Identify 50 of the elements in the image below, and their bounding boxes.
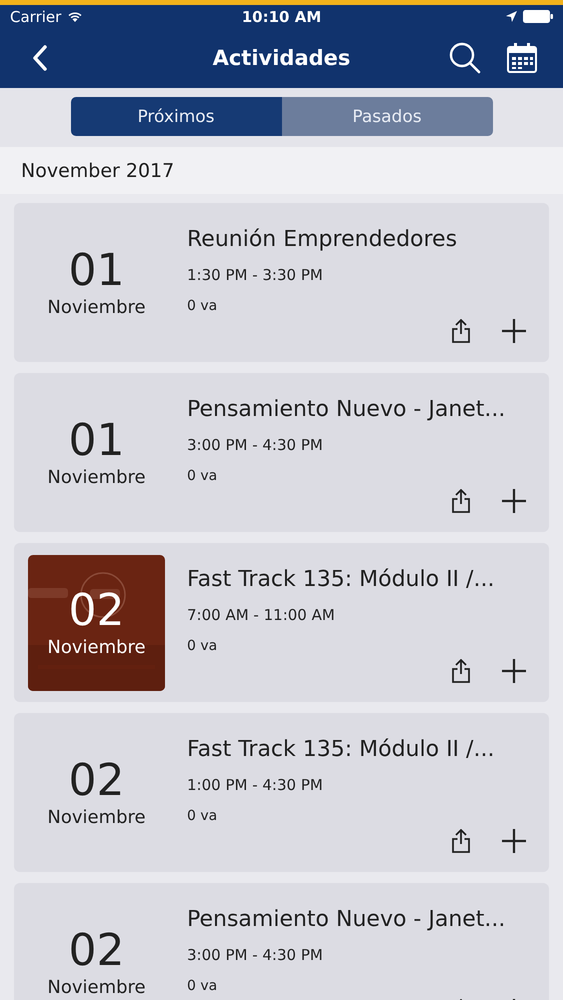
add-icon[interactable] <box>501 488 527 514</box>
event-time: 1:30 PM - 3:30 PM <box>187 266 324 284</box>
event-day: 02 <box>68 926 124 976</box>
event-day: 01 <box>68 416 124 466</box>
event-month: Noviembre <box>47 637 146 658</box>
clock-time: 10:10 AM <box>242 8 322 26</box>
event-time: 1:00 PM - 4:30 PM <box>187 776 324 794</box>
screen-title: Actividades <box>212 46 350 70</box>
attendee-count: 0 va <box>187 978 218 994</box>
event-title: Pensamiento Nuevo - Janet... <box>187 907 506 932</box>
event-month: Noviembre <box>47 977 146 998</box>
search-icon[interactable] <box>449 42 481 74</box>
event-card[interactable]: 02 Noviembre Fast Track 135: Módulo II /... 7:00 AM - 11:00 AM 0 va <box>14 543 549 702</box>
month-heading: November 2017 <box>21 160 174 182</box>
calendar-icon[interactable] <box>507 43 537 73</box>
event-title: Pensamiento Nuevo - Janet... <box>187 397 506 422</box>
event-title: Fast Track 135: Módulo II /... <box>187 737 496 762</box>
battery-icon <box>523 10 553 23</box>
share-icon[interactable] <box>451 829 471 853</box>
location-arrow-icon <box>506 11 517 22</box>
attendee-count: 0 va <box>187 808 218 824</box>
add-icon[interactable] <box>501 318 527 344</box>
event-card[interactable]: 01 Noviembre Pensamiento Nuevo - Janet... 3:00 PM - 4:30 PM 0 va <box>14 373 549 532</box>
event-day: 02 <box>68 586 124 636</box>
segment-tab[interactable]: Próximos <box>70 97 282 136</box>
carrier-name: Carrier <box>10 8 62 26</box>
event-time: 3:00 PM - 4:30 PM <box>187 946 324 964</box>
event-month: Noviembre <box>47 467 146 488</box>
event-time: 3:00 PM - 4:30 PM <box>187 436 324 454</box>
add-icon[interactable] <box>501 828 527 854</box>
share-icon[interactable] <box>451 319 471 343</box>
event-day: 02 <box>68 756 124 806</box>
event-month: Noviembre <box>47 807 146 828</box>
attendee-count: 0 va <box>187 298 218 314</box>
segment-tab[interactable]: Pasados <box>282 97 492 136</box>
event-title: Fast Track 135: Módulo II /... <box>187 567 496 592</box>
event-day: 01 <box>68 246 124 296</box>
wifi-icon <box>67 10 84 22</box>
event-card[interactable]: 02 Noviembre Pensamiento Nuevo - Janet... 3:00 PM - 4:30 PM 0 va <box>14 883 549 1000</box>
share-icon[interactable] <box>451 489 471 513</box>
event-card[interactable]: 02 Noviembre Fast Track 135: Módulo II /... 1:00 PM - 4:30 PM 0 va <box>14 713 549 872</box>
share-icon[interactable] <box>451 659 471 683</box>
back-icon[interactable] <box>32 45 48 71</box>
attendee-count: 0 va <box>187 468 218 484</box>
event-month: Noviembre <box>47 297 146 318</box>
attendee-count: 0 va <box>187 638 218 654</box>
event-title: Reunión Emprendedores <box>187 227 458 252</box>
add-icon[interactable] <box>501 658 527 684</box>
event-time: 7:00 AM - 11:00 AM <box>187 606 336 624</box>
event-card[interactable]: 01 Noviembre Reunión Emprendedores 1:30 PM - 3:30 PM 0 va <box>14 203 549 362</box>
